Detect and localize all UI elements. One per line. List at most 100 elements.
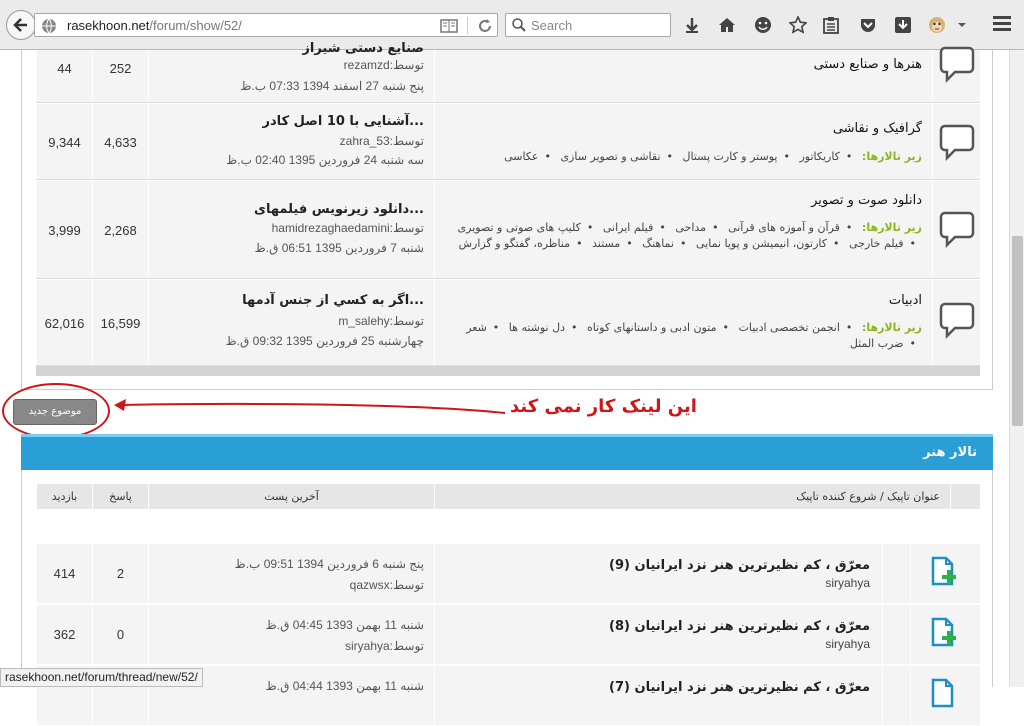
url-text: rasekhoon.net/forum/show/52/ — [67, 18, 242, 33]
views-cell: 62,016 — [36, 280, 92, 365]
bullet: • — [845, 221, 853, 234]
bullet: • — [659, 221, 666, 234]
replies-count: 4,633 — [104, 135, 137, 150]
scrollbar-thumb[interactable] — [1012, 236, 1023, 426]
header-title[interactable]: عنوان تاپیک / شروع کننده تاپیک — [434, 484, 950, 509]
thread-icon-cell — [910, 544, 980, 603]
last-post-author[interactable]: m_salehy:توسط — [338, 314, 424, 328]
subforum-link[interactable]: قرآن و آموزه های قرآنی — [728, 221, 840, 234]
clipboard-icon — [823, 17, 839, 34]
last-post-author[interactable]: hamidrezaghaedamini:توسط — [272, 221, 424, 235]
thread-title-cell: معرّق ، کم نظیرترین هنر نزد ایرانیان (8)… — [434, 605, 882, 664]
last-post-author[interactable]: rezamzd:توسط — [344, 58, 424, 72]
last-post-author[interactable]: qazwsx:توسط — [350, 578, 424, 592]
bookmark-star-button[interactable] — [787, 14, 809, 36]
subforum-link[interactable]: پوستر و کارت پستال — [683, 150, 778, 163]
search-placeholder: Search — [531, 18, 573, 33]
table-row: 362 0 شنبه 11 بهمن 1393 04:45 ق.ظ siryah… — [36, 605, 980, 665]
thread-starter[interactable]: siryahya — [825, 637, 870, 651]
subforum-link[interactable]: نقاشی و تصویر سازی — [560, 150, 660, 163]
subforum-link[interactable]: دل نوشته ها — [509, 321, 565, 334]
last-post-cell: ...اگر به کسي از جنس آدمها m_salehy:توسط… — [148, 280, 434, 365]
annotation-text: این لینک کار نمی کند — [510, 396, 697, 417]
bullet: • — [586, 221, 594, 234]
subforum-link[interactable]: عکاسی — [504, 150, 538, 163]
last-post-title[interactable]: ...آشنایی با 10 اصل کادر — [263, 114, 424, 129]
reload-icon[interactable] — [476, 17, 494, 35]
section-title: تالار هنر — [923, 445, 977, 460]
thread-title[interactable]: معرّق ، کم نظیرترین هنر نزد ایرانیان (9) — [609, 558, 870, 573]
section-header: تالار هنر — [21, 434, 993, 470]
subforums-label: زیر تالارها: — [861, 221, 922, 234]
last-post-author[interactable]: siryahya:توسط — [345, 639, 424, 653]
chat-button[interactable] — [752, 14, 774, 36]
download-arrow-icon — [686, 18, 698, 33]
last-post-author[interactable]: zahra_53:توسط — [340, 134, 424, 148]
bullet: • — [544, 150, 551, 163]
thread-starter[interactable]: siryahya — [825, 576, 870, 590]
subforum-link[interactable]: مداحی — [675, 221, 706, 234]
last-post-title[interactable]: ...دانلود زیرنویس فیلمهای — [254, 202, 424, 217]
thread-title[interactable]: معرّق ، کم نظیرترین هنر نزد ایرانیان (8) — [609, 619, 870, 634]
url-bar[interactable]: rasekhoon.net/forum/show/52/ — [34, 13, 498, 37]
profile-dropdown[interactable] — [955, 14, 969, 36]
downloads-button[interactable] — [892, 14, 914, 36]
subforums-label: زیر تالارها: — [861, 321, 922, 334]
spacer-cell — [882, 666, 910, 725]
reader-view-icon[interactable] — [440, 18, 458, 34]
last-post-title[interactable]: ...اگر به کسي از جنس آدمها — [242, 293, 424, 308]
last-post-cell: صنایع دستی شیراز rezamzd:توسط پنج شنبه 2… — [148, 41, 434, 102]
pocket-button[interactable] — [857, 14, 879, 36]
forum-title[interactable]: دانلود صوت و تصویر — [811, 193, 922, 208]
thread-icon-cell — [910, 666, 980, 725]
subforum-link[interactable]: مستند — [592, 237, 620, 250]
menu-line-icon — [993, 22, 1011, 25]
subforum-list: زیر تالارها: • قرآن و آموزه های قرآنی • مد… — [442, 220, 922, 252]
search-bar[interactable]: Search — [505, 13, 671, 37]
vertical-scrollbar[interactable] — [1009, 50, 1024, 687]
views-cell: 3,999 — [36, 181, 92, 278]
table-row: 414 2 پنج شنبه 6 فروردین 1394 09:51 ب.ظ … — [36, 544, 980, 604]
forum-title-cell: ادبیات زیر تالارها: • انجمن تخصصی ادبیات … — [434, 280, 932, 365]
thread-title[interactable]: معرّق ، کم نظیرترین هنر نزد ایرانیان (7) — [609, 680, 870, 695]
last-post-title[interactable]: صنایع دستی شیراز — [302, 41, 424, 56]
forum-title[interactable]: هنرها و صنایع دستی — [814, 57, 922, 72]
subforum-link[interactable]: فیلم خارجی — [849, 237, 903, 250]
header-replies[interactable]: پاسخ — [92, 484, 148, 509]
forum-title-cell: دانلود صوت و تصویر زیر تالارها: • قرآن و … — [434, 181, 932, 278]
pocket-icon — [861, 19, 875, 32]
header-last-post[interactable]: آخرین پست — [148, 484, 434, 509]
subforum-link[interactable]: کاریکاتور — [799, 150, 839, 163]
subforum-link[interactable]: مناظره، گفتگو و گزارش — [459, 237, 570, 250]
last-post-cell: ...دانلود زیرنویس فیلمهای hamidrezaghaed… — [148, 181, 434, 278]
subforum-link[interactable]: فیلم ایرانی — [603, 221, 654, 234]
subforum-link[interactable]: شعر — [466, 321, 487, 334]
forum-title[interactable]: گرافیک و نقاشی — [833, 121, 922, 136]
views-cell: 414 — [36, 544, 92, 603]
bullet: • — [576, 237, 583, 250]
last-post-cell: پنج شنبه 6 فروردین 1394 09:51 ب.ظ qazwsx… — [148, 544, 434, 603]
header-views[interactable]: بازدید — [36, 484, 92, 509]
last-post-date: چهارشنبه 25 فروردین 1395 09:32 ق.ظ — [225, 334, 424, 348]
home-button[interactable] — [716, 14, 738, 36]
subforum-link[interactable]: انجمن تخصصی ادبیات — [739, 321, 840, 334]
forum-title[interactable]: ادبیات — [889, 293, 922, 308]
profile-button[interactable] — [926, 14, 948, 36]
back-button[interactable] — [6, 10, 36, 40]
bullet: • — [722, 321, 730, 334]
subforum-link[interactable]: متون ادبی و داستانهای کوتاه — [587, 321, 717, 334]
subforum-link[interactable]: نماهنگ — [642, 237, 674, 250]
annotation-circle — [2, 383, 110, 439]
hamburger-menu-button[interactable] — [990, 13, 1014, 37]
forum-row: 62,016 16,599 ...اگر به کسي از جنس آدمها… — [36, 280, 980, 366]
forum-icon-cell — [932, 181, 980, 278]
subforum-list: زیر تالارها: • کاریکاتور • پوستر و کارت پس… — [442, 149, 922, 165]
views-count: 362 — [53, 627, 76, 642]
table-header: بازدید پاسخ آخرین پست عنوان تاپیک / شروع… — [36, 484, 980, 509]
bullet: • — [783, 150, 790, 163]
bookmarks-list-button[interactable] — [820, 14, 842, 36]
subforum-link[interactable]: ضرب المثل — [850, 337, 904, 350]
subforum-link[interactable]: کارتون، انیمیشن و پویا نمایی — [696, 237, 827, 250]
subforum-link[interactable]: کلیپ های صوتی و تصویری — [458, 221, 581, 234]
downloads-arrow-button[interactable] — [681, 14, 703, 36]
